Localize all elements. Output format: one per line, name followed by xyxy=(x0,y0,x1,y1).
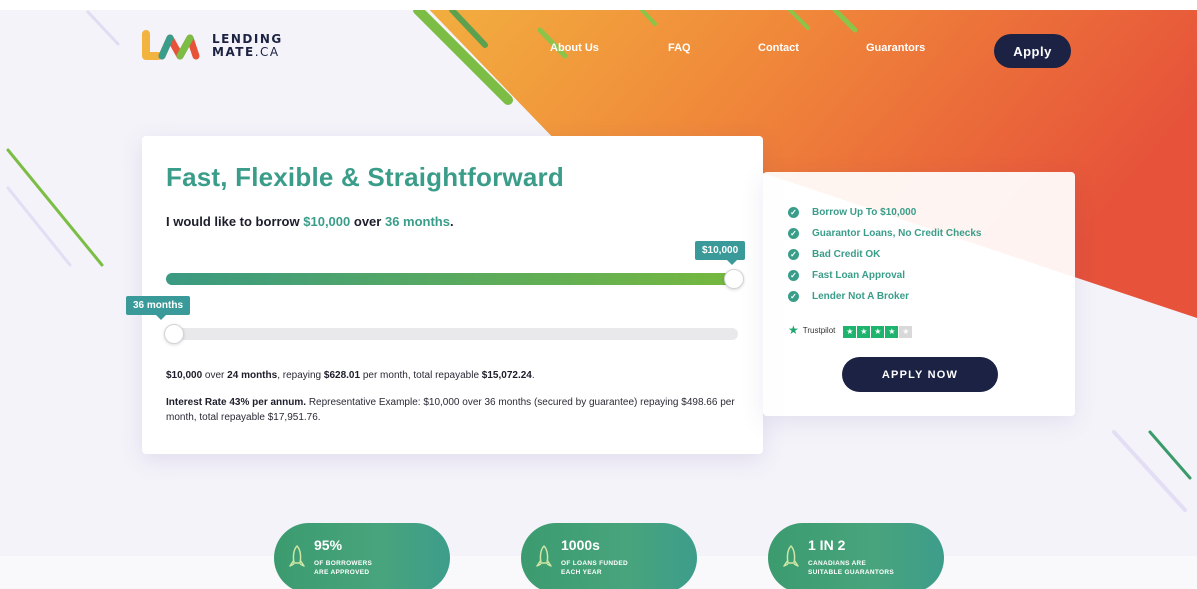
nav-faq[interactable]: FAQ xyxy=(668,42,691,54)
term-slider-handle[interactable] xyxy=(164,324,184,344)
apply-button[interactable]: Apply xyxy=(994,34,1071,68)
nav-about-us[interactable]: About Us xyxy=(550,42,599,54)
term-slider-track[interactable] xyxy=(166,328,738,340)
trustpilot-star-box: ★ xyxy=(843,325,857,338)
borrow-term: 36 months xyxy=(384,214,450,229)
stat-value: 1 IN 2 xyxy=(808,537,846,553)
amount-slider-track[interactable] xyxy=(166,273,736,285)
nav-contact[interactable]: Contact xyxy=(758,42,799,54)
check-icon: ✓ xyxy=(788,207,799,218)
amount-slider-handle[interactable] xyxy=(724,269,744,289)
rocket-icon xyxy=(536,545,552,567)
stat-value: 95% xyxy=(314,537,343,553)
trustpilot-star-box: ★ xyxy=(871,325,885,338)
stat-caption: OF BORROWERS ARE APPROVED xyxy=(314,560,373,576)
loan-calculator-card: Fast, Flexible & Straightforward I would… xyxy=(126,136,763,454)
term-tooltip: 36 months xyxy=(126,296,191,320)
stat-pill-guarantors: 1 IN 2 CANADIANS ARE SUITABLE GUARANTORS xyxy=(768,523,944,589)
rocket-icon xyxy=(783,545,799,567)
trustpilot-star-box: ★ xyxy=(899,325,913,338)
apply-now-button[interactable]: APPLY NOW xyxy=(842,357,998,392)
check-icon: ✓ xyxy=(788,228,799,239)
rocket-icon xyxy=(289,545,305,567)
borrow-sentence: I would like to borrow $10,000 over 36 m… xyxy=(166,214,454,229)
borrow-amount: $10,000 xyxy=(303,214,351,229)
trustpilot-star-box: ★ xyxy=(857,325,871,338)
feature-item: ✓ Lender Not A Broker xyxy=(788,286,981,307)
features-card: ✓ Borrow Up To $10,000 ✓ Guarantor Loans, … xyxy=(763,172,1075,416)
landing-page: LENDING MATE.CA About Us FAQ Contact Gua… xyxy=(0,0,1197,589)
check-icon: ✓ xyxy=(788,249,799,260)
stat-caption: CANADIANS ARE SUITABLE GUARANTORS xyxy=(808,560,894,576)
feature-item: ✓ Borrow Up To $10,000 xyxy=(788,202,981,223)
stat-pill-approval: 95% OF BORROWERS ARE APPROVED xyxy=(274,523,450,589)
stat-value: 1000s xyxy=(561,537,600,553)
trustpilot-rating[interactable]: ★ Trustpilot ★ ★ ★ ★ ★ xyxy=(788,321,913,339)
feature-item: ✓ Fast Loan Approval xyxy=(788,265,981,286)
check-icon: ✓ xyxy=(788,270,799,281)
nav-guarantors[interactable]: Guarantors xyxy=(866,42,925,54)
top-band xyxy=(0,0,1197,10)
feature-item: ✓ Guarantor Loans, No Credit Checks xyxy=(788,223,981,244)
trustpilot-star-icon: ★ xyxy=(788,323,799,337)
trustpilot-stars: ★ ★ ★ ★ ★ xyxy=(843,321,913,339)
trustpilot-star-box: ★ xyxy=(885,325,899,338)
feature-item: ✓ Bad Credit OK xyxy=(788,244,981,265)
trustpilot-label: Trustpilot xyxy=(802,325,836,335)
stat-pill-loans: 1000s OF LOANS FUNDED EACH YEAR xyxy=(521,523,697,589)
repayment-summary: $10,000 over 24 months, repaying $628.01… xyxy=(166,370,535,381)
feature-list: ✓ Borrow Up To $10,000 ✓ Guarantor Loans, … xyxy=(788,202,981,307)
check-icon: ✓ xyxy=(788,291,799,302)
interest-rate-disclosure: Interest Rate 43% per annum. Representat… xyxy=(166,397,735,423)
amount-tooltip: $10,000 xyxy=(695,241,746,265)
calculator-title: Fast, Flexible & Straightforward xyxy=(166,162,564,192)
stat-caption: OF LOANS FUNDED EACH YEAR xyxy=(561,560,628,576)
